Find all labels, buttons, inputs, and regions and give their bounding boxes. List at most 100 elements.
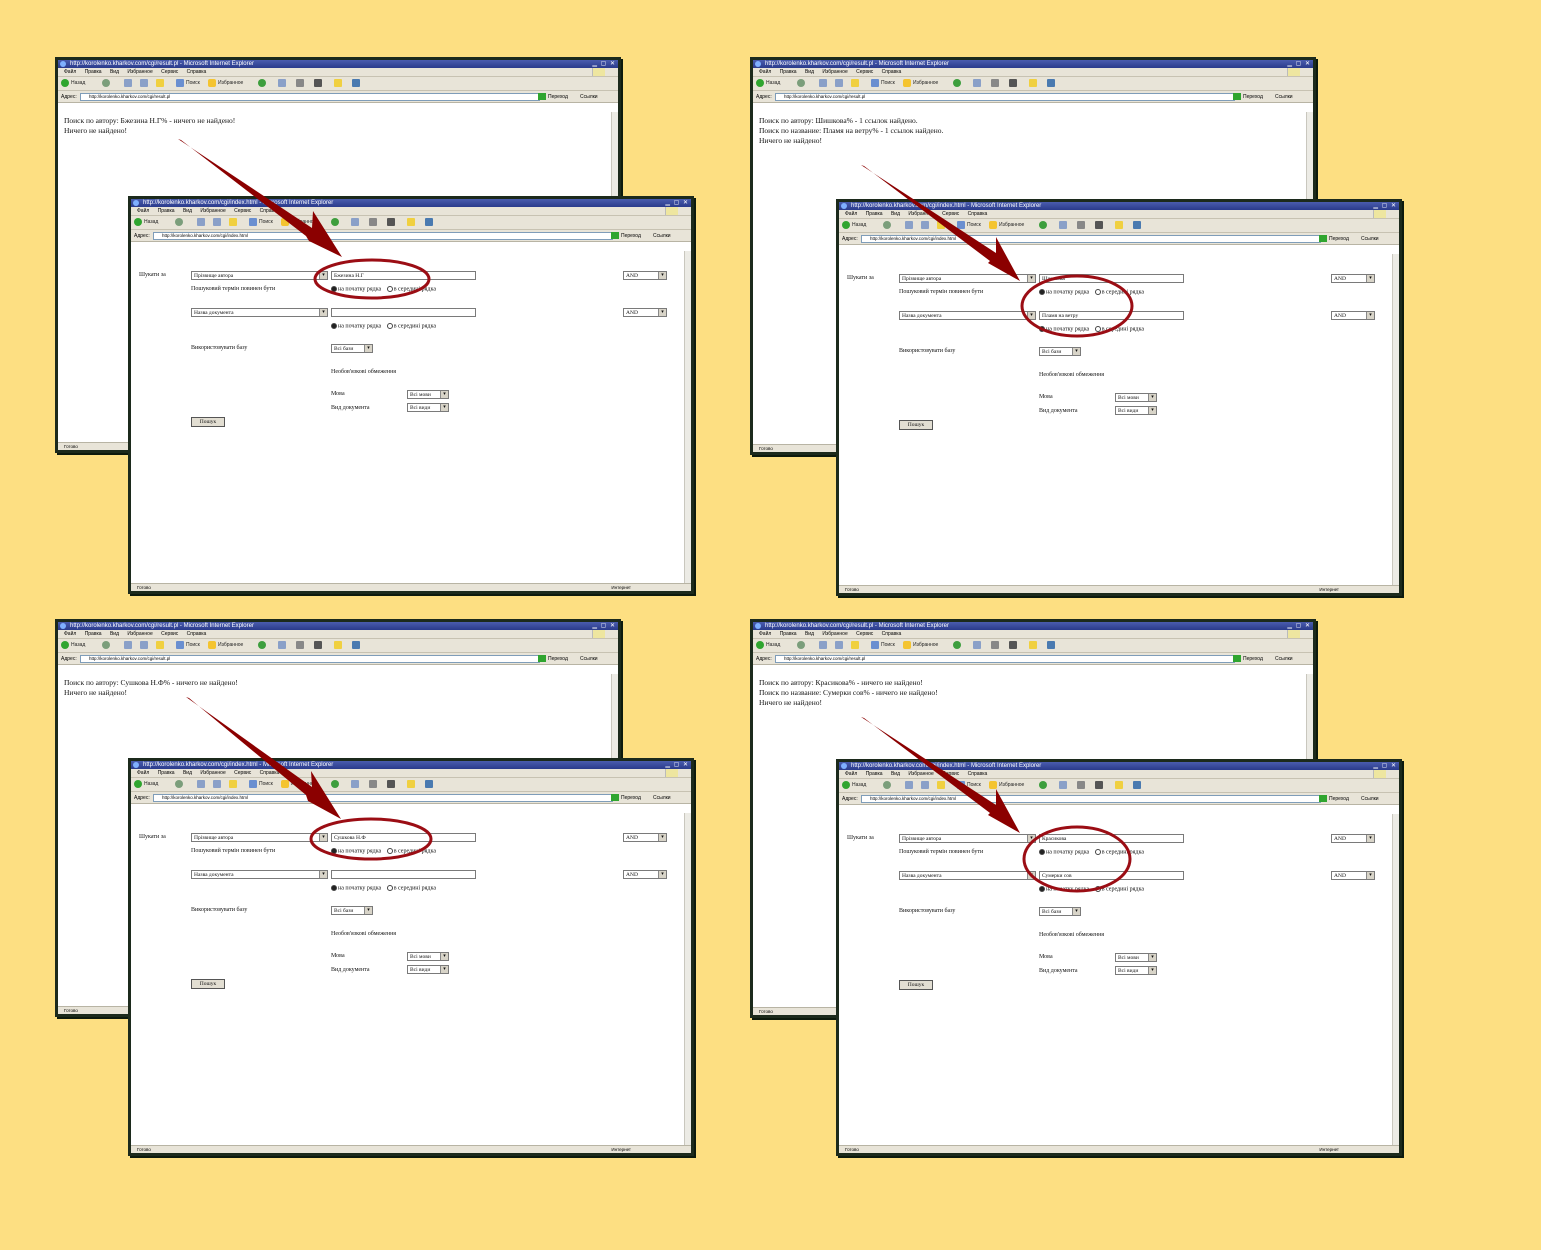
- go-button[interactable]: Переход: [621, 795, 641, 801]
- messenger-icon[interactable]: [425, 780, 433, 788]
- links-button[interactable]: Ссылки: [1275, 656, 1293, 662]
- messenger-icon[interactable]: [1047, 79, 1055, 87]
- stop-icon[interactable]: [905, 781, 913, 789]
- search-button[interactable]: Пошук: [899, 980, 933, 990]
- menu-tools[interactable]: Сервис: [234, 770, 251, 776]
- back-icon[interactable]: [842, 221, 850, 229]
- lang-select[interactable]: Всі мови ▾: [1115, 953, 1157, 962]
- stop-icon[interactable]: [905, 221, 913, 229]
- radio-middle-1[interactable]: [1094, 289, 1101, 295]
- window-controls[interactable]: ▁ ▢ ✕: [665, 761, 689, 769]
- window-controls[interactable]: ▁ ▢ ✕: [592, 60, 616, 68]
- media-icon[interactable]: [258, 641, 266, 649]
- mail-icon[interactable]: [351, 780, 359, 788]
- radio-middle-1[interactable]: [386, 286, 393, 292]
- refresh-icon[interactable]: [835, 641, 843, 649]
- home-icon[interactable]: [229, 218, 237, 226]
- field1-select[interactable]: Прізвище автора ▾: [899, 274, 1036, 283]
- search-label[interactable]: Поиск: [881, 642, 895, 648]
- favorites-label[interactable]: Избранное: [291, 219, 316, 225]
- menu-favorites[interactable]: Избранное: [822, 631, 847, 637]
- menu-tools[interactable]: Сервис: [856, 631, 873, 637]
- print-icon[interactable]: [991, 79, 999, 87]
- field1-select[interactable]: Прізвище автора ▾: [191, 833, 328, 842]
- menu-tools[interactable]: Сервис: [942, 771, 959, 777]
- logic2-select[interactable]: AND ▾: [623, 308, 667, 317]
- menu-view[interactable]: Вид: [183, 208, 192, 214]
- stop-icon[interactable]: [819, 641, 827, 649]
- author-input[interactable]: Шишкова: [1039, 274, 1184, 283]
- print-icon[interactable]: [369, 218, 377, 226]
- go-button[interactable]: Переход: [548, 94, 568, 100]
- logic2-select[interactable]: AND ▾: [623, 870, 667, 879]
- favorites-icon[interactable]: [989, 781, 997, 789]
- menu-view[interactable]: Вид: [891, 211, 900, 217]
- window-controls[interactable]: ▁ ▢ ✕: [1373, 202, 1397, 210]
- search-label[interactable]: Поиск: [259, 219, 273, 225]
- address-input[interactable]: http://korolenko.kharkov.com/cgi/index.h…: [861, 235, 1321, 243]
- menu-favorites[interactable]: Избранное: [908, 771, 933, 777]
- refresh-icon[interactable]: [140, 79, 148, 87]
- go-icon[interactable]: [1233, 93, 1241, 100]
- doc-type-select[interactable]: Всі види ▾: [1115, 406, 1157, 415]
- title-input[interactable]: Пламя на ветру: [1039, 311, 1184, 320]
- favorites-icon[interactable]: [208, 641, 216, 649]
- search-label[interactable]: Поиск: [186, 642, 200, 648]
- links-button[interactable]: Ссылки: [653, 233, 671, 239]
- menu-help[interactable]: Справка: [260, 770, 280, 776]
- media-icon[interactable]: [953, 79, 961, 87]
- menu-favorites[interactable]: Избранное: [908, 211, 933, 217]
- window-controls[interactable]: ▁ ▢ ✕: [1373, 762, 1397, 770]
- logic1-select[interactable]: AND ▾: [1331, 274, 1375, 283]
- messenger-icon[interactable]: [1133, 781, 1141, 789]
- menu-help[interactable]: Справка: [968, 771, 988, 777]
- menu-file[interactable]: Файл: [64, 631, 76, 637]
- forward-icon[interactable]: [797, 79, 805, 87]
- menu-tools[interactable]: Сервис: [856, 69, 873, 75]
- home-icon[interactable]: [851, 641, 859, 649]
- base-select[interactable]: Всі бази ▾: [331, 906, 373, 915]
- menu-file[interactable]: Файл: [845, 771, 857, 777]
- radio-middle-1[interactable]: [386, 848, 393, 854]
- home-icon[interactable]: [937, 781, 945, 789]
- menu-help[interactable]: Справка: [187, 631, 207, 637]
- mail-icon[interactable]: [278, 79, 286, 87]
- menu-favorites[interactable]: Избранное: [127, 631, 152, 637]
- forward-icon[interactable]: [102, 641, 110, 649]
- menu-favorites[interactable]: Избранное: [200, 208, 225, 214]
- refresh-icon[interactable]: [213, 218, 221, 226]
- search-button[interactable]: Пошук: [899, 420, 933, 430]
- refresh-icon[interactable]: [921, 781, 929, 789]
- print-icon[interactable]: [369, 780, 377, 788]
- menu-help[interactable]: Справка: [882, 631, 902, 637]
- messenger-icon[interactable]: [425, 218, 433, 226]
- links-button[interactable]: Ссылки: [1361, 796, 1379, 802]
- go-icon[interactable]: [611, 794, 619, 801]
- forward-icon[interactable]: [883, 781, 891, 789]
- search-icon[interactable]: [871, 641, 879, 649]
- menu-view[interactable]: Вид: [110, 69, 119, 75]
- title-input[interactable]: [331, 870, 476, 879]
- field2-select[interactable]: Назва документа ▾: [899, 311, 1036, 320]
- search-label[interactable]: Поиск: [967, 782, 981, 788]
- favorites-label[interactable]: Избранное: [913, 80, 938, 86]
- edit-icon[interactable]: [1095, 221, 1103, 229]
- go-button[interactable]: Переход: [1329, 796, 1349, 802]
- links-button[interactable]: Ссылки: [1361, 236, 1379, 242]
- print-icon[interactable]: [1077, 221, 1085, 229]
- menu-file[interactable]: Файл: [845, 211, 857, 217]
- radio-middle-2[interactable]: [1094, 886, 1101, 892]
- search-label[interactable]: Поиск: [967, 222, 981, 228]
- favorites-label[interactable]: Избранное: [218, 80, 243, 86]
- go-icon[interactable]: [538, 93, 546, 100]
- radio-start-2[interactable]: [1039, 886, 1045, 892]
- menu-file[interactable]: Файл: [759, 631, 771, 637]
- window-controls[interactable]: ▁ ▢ ✕: [1287, 622, 1311, 630]
- back-icon[interactable]: [756, 641, 764, 649]
- search-label[interactable]: Поиск: [259, 781, 273, 787]
- favorites-label[interactable]: Избранное: [291, 781, 316, 787]
- doc-type-select[interactable]: Всі види ▾: [1115, 966, 1157, 975]
- messenger-icon[interactable]: [1133, 221, 1141, 229]
- menu-edit[interactable]: Правка: [866, 771, 883, 777]
- radio-middle-2[interactable]: [1094, 326, 1101, 332]
